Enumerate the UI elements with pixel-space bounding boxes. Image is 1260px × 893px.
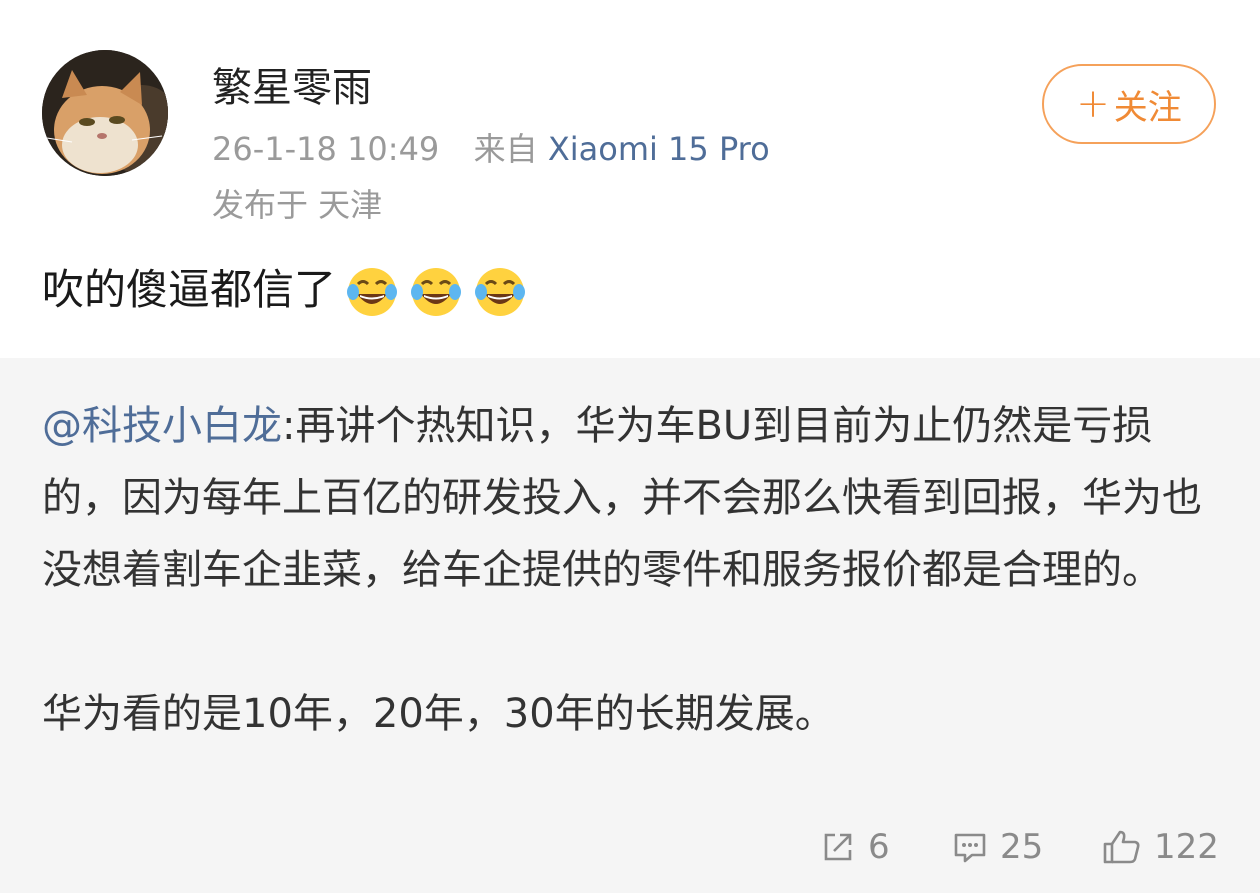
post-text: 吹的傻逼都信了 (42, 262, 528, 318)
mention-link[interactable]: @科技小白龙 (42, 403, 282, 449)
plus-icon: + (1076, 81, 1110, 127)
source-prefix: 来自 (473, 130, 538, 168)
post-header: 繁星零雨 26-1-18 10:49 来自 Xiaomi 15 Pro 发布于 … (0, 0, 1260, 358)
post-text-content: 吹的傻逼都信了 (42, 265, 337, 314)
laughing-crying-emoji-icon (347, 268, 398, 316)
comment-button[interactable]: 25 (952, 822, 1043, 872)
laughing-crying-emoji-icon (475, 268, 526, 316)
post-location: 发布于 天津 (212, 186, 383, 224)
share-icon (824, 833, 852, 861)
repost-paragraph-1: @科技小白龙:再讲个热知识，华为车BU到目前为止仍然是亏损的，因为每年上百亿的研… (42, 390, 1222, 606)
comment-count: 25 (1000, 827, 1044, 867)
action-bar: 6 25 122 (0, 822, 1260, 872)
like-count: 122 (1154, 827, 1219, 867)
avatar[interactable] (42, 50, 168, 176)
follow-button[interactable]: + 关注 (1042, 64, 1216, 144)
username[interactable]: 繁星零雨 (212, 62, 372, 114)
repost-button[interactable]: 6 (820, 822, 890, 872)
post-timestamp: 26-1-18 10:49 (212, 130, 440, 168)
repost-count: 6 (868, 827, 890, 867)
post-meta: 26-1-18 10:49 来自 Xiaomi 15 Pro (212, 128, 770, 170)
thumbs-up-icon (1103, 830, 1140, 864)
repost-paragraph-2: 华为看的是10年，20年，30年的长期发展。 (42, 691, 835, 737)
laughing-crying-emoji-icon (411, 268, 462, 316)
like-button[interactable]: 122 (1102, 822, 1219, 872)
cat-avatar-image (42, 50, 168, 176)
follow-label: 关注 (1113, 87, 1182, 128)
weibo-post-page: 繁星零雨 26-1-18 10:49 来自 Xiaomi 15 Pro 发布于 … (0, 0, 1260, 893)
repost-text: @科技小白龙:再讲个热知识，华为车BU到目前为止仍然是亏损的，因为每年上百亿的研… (42, 390, 1222, 750)
device-link[interactable]: Xiaomi 15 Pro (548, 130, 770, 168)
comment-icon (954, 833, 986, 863)
